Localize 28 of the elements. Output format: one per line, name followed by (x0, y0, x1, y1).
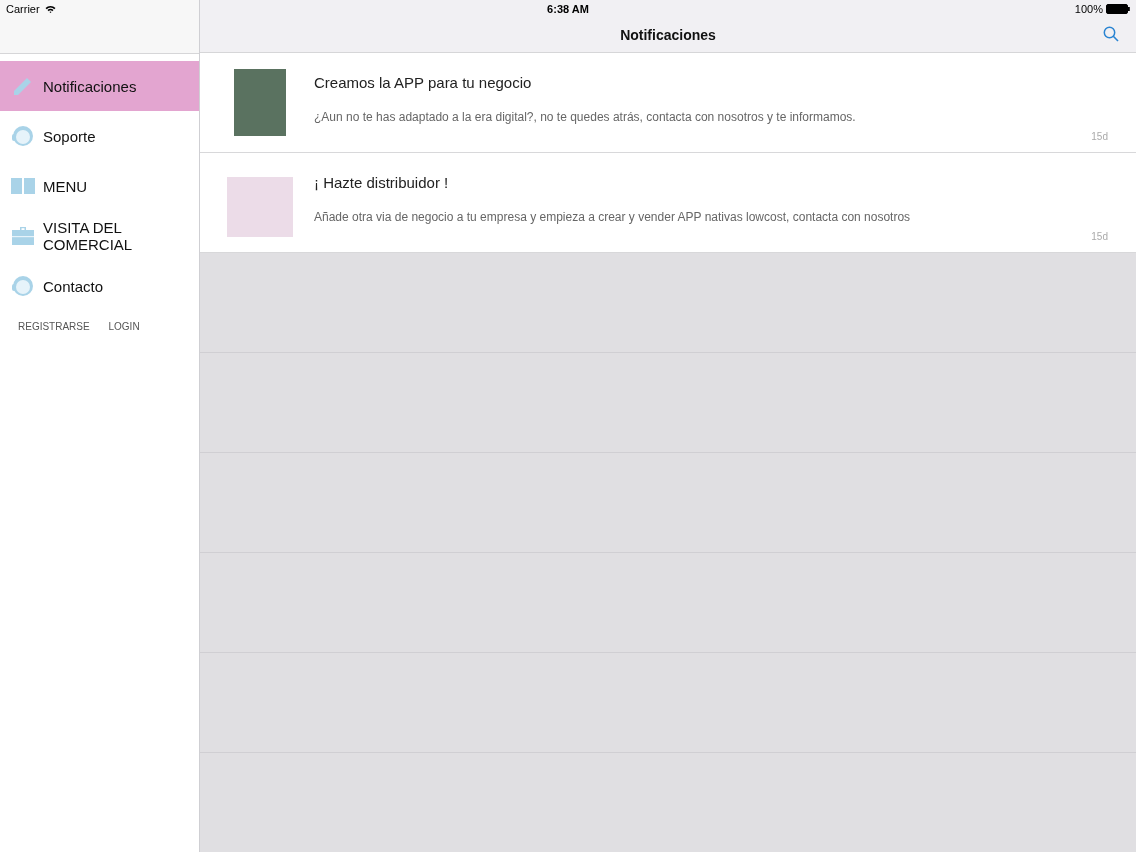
photo-placeholder (234, 69, 286, 136)
sidebar-item[interactable]: Soporte (0, 111, 199, 161)
notification-title: ¡ Hazte distribuidor ! (314, 174, 450, 191)
sidebar-item[interactable]: Contacto (0, 261, 199, 311)
battery-icon (1106, 4, 1130, 14)
sidebar-item[interactable]: Notificaciones (0, 61, 199, 111)
headset-icon (11, 124, 35, 148)
battery-percent: 100% (1074, 3, 1103, 15)
wifi-icon (44, 5, 56, 13)
notification-text: ¿Aun no te has adaptado a la era digital?, no te quedes atrás, contacta con nosotros y te informamos. (314, 110, 856, 124)
briefcase-icon (11, 227, 35, 245)
notification-age: 15d (1091, 231, 1108, 242)
notification-row[interactable]: Creamos la APP para tu negocio ¿Aun no te has adaptado a la era digital?, no te quedes atrás, contacta con nosotros y te informamos. 15d (200, 53, 1136, 153)
nav-title: Notificaciones (620, 27, 716, 43)
headset-icon (11, 274, 35, 298)
book-icon (11, 178, 35, 194)
notification-title: Creamos la APP para tu negocio (314, 74, 533, 91)
search-icon[interactable] (1103, 26, 1119, 42)
notification-row[interactable]: ¡ Hazte distribuidor ! Añade otra via de negocio a tu empresa y empieza a crear y vender APP nativas lowcost, contacta con nosotros 15d (200, 153, 1136, 253)
sidebar-item[interactable]: VISITA DEL COMERCIAL (0, 211, 199, 261)
sidebar-link[interactable]: REGISTRARSE (18, 321, 109, 332)
notification-age: 15d (1091, 131, 1108, 142)
status-time: 6:38 AM (547, 3, 589, 15)
carrier-name: Carrier (6, 3, 40, 15)
photo-placeholder (227, 177, 293, 237)
sidebar-item[interactable]: MENU (0, 161, 199, 211)
notification-text: Añade otra via de negocio a tu empresa y empieza a crear y vender APP nativas lowcost, contacta con nosotros (314, 210, 911, 224)
sidebar-link[interactable]: LOGIN (108, 321, 199, 332)
